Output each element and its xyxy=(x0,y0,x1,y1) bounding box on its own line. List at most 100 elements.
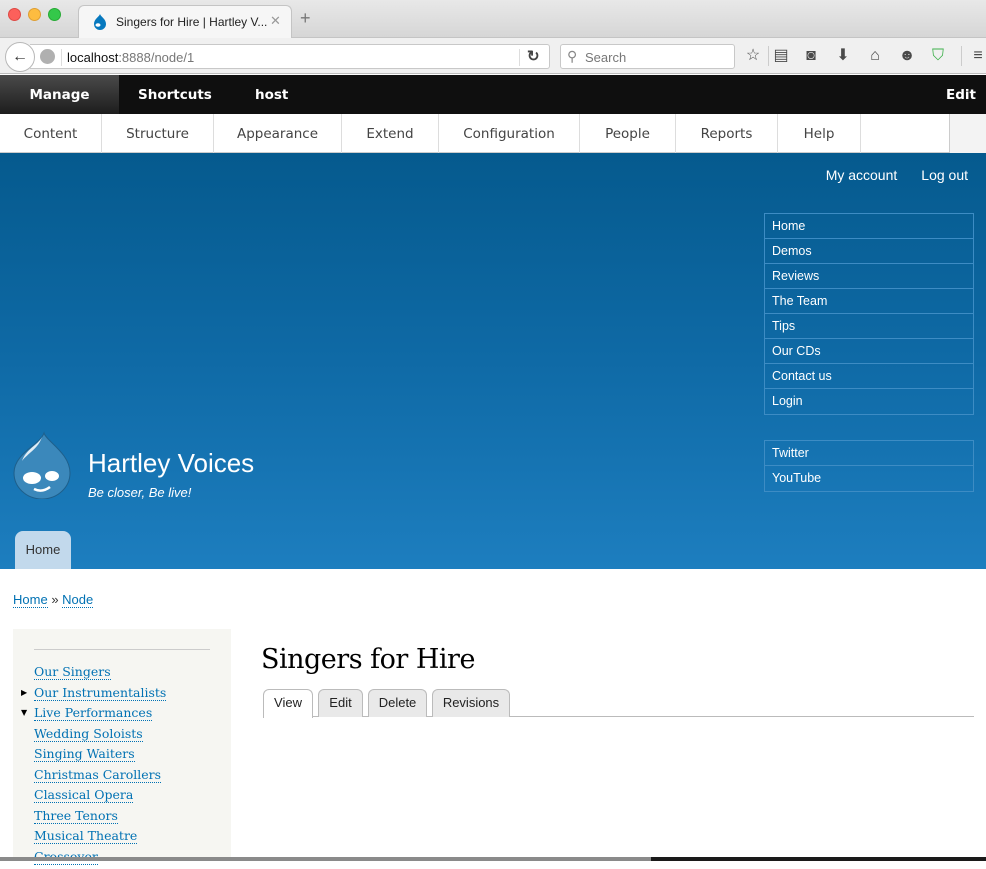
toolbar-separator xyxy=(768,46,769,66)
back-arrow-icon: ← xyxy=(12,48,28,66)
breadcrumb-separator: » xyxy=(51,592,58,607)
breadcrumb: Home » Node xyxy=(13,592,93,607)
sidebar-item: Our Singers xyxy=(13,664,166,685)
admin-toolbar: Manage Shortcuts host Edit xyxy=(0,75,986,114)
search-icon: ⚲ xyxy=(567,48,577,65)
social-menu: Twitter YouTube xyxy=(764,440,974,492)
sidebar-item: Musical Theatre xyxy=(13,828,166,849)
sidebar-link-three-tenors[interactable]: Three Tenors xyxy=(34,808,118,824)
sidebar-link-classical-opera[interactable]: Classical Opera xyxy=(34,787,133,803)
sidebar-item: Christmas Carollers xyxy=(13,767,166,788)
url-separator xyxy=(61,49,62,66)
menu-link-youtube[interactable]: YouTube xyxy=(765,466,973,491)
sidebar-menu: Our Singers ▶ Our Instrumentalists ▼ Live … xyxy=(13,664,166,869)
toolbar-separator xyxy=(961,46,962,66)
sidebar-link-live-performances[interactable]: Live Performances xyxy=(34,705,152,721)
local-tasks-tabs: View Edit Delete Revisions xyxy=(263,689,974,717)
tray-extend[interactable]: Extend xyxy=(342,114,439,153)
admin-toolbar-tray: Content Structure Appearance Extend Conf… xyxy=(0,114,986,153)
tray-appearance[interactable]: Appearance xyxy=(214,114,342,153)
reload-icon[interactable]: ↻ xyxy=(527,47,540,65)
main-menu: Home Demos Reviews The Team Tips Our CDs… xyxy=(764,213,974,415)
sidebar: Our Singers ▶ Our Instrumentalists ▼ Live … xyxy=(13,629,231,861)
browser-tab-bar: Singers for Hire | Hartley V... ✕ + xyxy=(0,0,986,38)
site-name[interactable]: Hartley Voices xyxy=(88,448,254,479)
reading-list-icon[interactable]: ▤ xyxy=(771,46,791,66)
tray-configuration[interactable]: Configuration xyxy=(439,114,580,153)
search-placeholder: Search xyxy=(585,50,626,65)
chat-icon[interactable]: ☻ xyxy=(897,46,917,66)
sidebar-item: Classical Opera xyxy=(13,787,166,808)
sidebar-item: Wedding Soloists xyxy=(13,726,166,747)
tab-edit[interactable]: Edit xyxy=(318,689,363,717)
globe-icon xyxy=(40,49,55,64)
my-account-link[interactable]: My account xyxy=(826,167,898,183)
window-bottom-edge xyxy=(0,857,986,861)
tray-reports[interactable]: Reports xyxy=(676,114,778,153)
browser-nav-bar: localhost:8888/node/1 ↻ ← ⚲ Search ☆ ▤ ◙… xyxy=(0,38,986,74)
maximize-window-button[interactable] xyxy=(48,8,61,21)
menu-link-our-cds[interactable]: Our CDs xyxy=(765,339,973,364)
tray-structure[interactable]: Structure xyxy=(102,114,214,153)
tab-revisions[interactable]: Revisions xyxy=(432,689,510,717)
download-icon[interactable]: ⬇ xyxy=(833,46,853,66)
new-tab-icon[interactable]: + xyxy=(300,9,311,27)
url-text[interactable]: localhost:8888/node/1 xyxy=(67,50,194,65)
sidebar-link-christmas-carollers[interactable]: Christmas Carollers xyxy=(34,767,161,783)
breadcrumb-home[interactable]: Home xyxy=(13,592,48,608)
tray-toggle[interactable] xyxy=(949,114,986,153)
menu-link-demos[interactable]: Demos xyxy=(765,239,973,264)
sidebar-item: Singing Waiters xyxy=(13,746,166,767)
site-slogan: Be closer, Be live! xyxy=(88,485,191,500)
toolbar-user[interactable]: host xyxy=(255,75,288,114)
menu-link-reviews[interactable]: Reviews xyxy=(765,264,973,289)
site-header: My account Log out Home Demos Reviews Th… xyxy=(0,153,986,569)
sidebar-link-our-instrumentalists[interactable]: Our Instrumentalists xyxy=(34,685,166,701)
tab-view[interactable]: View xyxy=(263,689,313,718)
primary-nav-home[interactable]: Home xyxy=(15,531,71,569)
pocket-icon[interactable]: ◙ xyxy=(801,46,821,66)
menu-icon[interactable]: ≡ xyxy=(968,46,986,66)
log-out-link[interactable]: Log out xyxy=(921,167,968,183)
drupal-logo-icon[interactable] xyxy=(12,431,72,499)
minimize-window-button[interactable] xyxy=(28,8,41,21)
menu-link-login[interactable]: Login xyxy=(765,389,973,414)
url-bar[interactable]: localhost:8888/node/1 ↻ xyxy=(30,44,550,69)
menu-link-contact-us[interactable]: Contact us xyxy=(765,364,973,389)
home-icon[interactable]: ⌂ xyxy=(865,46,885,66)
menu-link-twitter[interactable]: Twitter xyxy=(765,441,973,466)
browser-tab[interactable]: Singers for Hire | Hartley V... ✕ xyxy=(78,5,292,39)
collapsed-arrow-icon[interactable]: ▶ xyxy=(21,688,27,697)
sidebar-divider xyxy=(34,649,210,650)
sidebar-link-singing-waiters[interactable]: Singing Waiters xyxy=(34,746,135,762)
menu-link-the-team[interactable]: The Team xyxy=(765,289,973,314)
tray-help[interactable]: Help xyxy=(778,114,861,153)
url-host: localhost xyxy=(67,50,118,65)
tab-delete[interactable]: Delete xyxy=(368,689,427,717)
sidebar-link-our-singers[interactable]: Our Singers xyxy=(34,664,111,680)
sidebar-link-musical-theatre[interactable]: Musical Theatre xyxy=(34,828,137,844)
back-button[interactable]: ← xyxy=(5,42,35,72)
menu-link-home[interactable]: Home xyxy=(765,214,973,239)
close-tab-icon[interactable]: ✕ xyxy=(270,13,281,29)
page-title: Singers for Hire xyxy=(261,644,475,675)
toolbar-manage[interactable]: Manage xyxy=(0,75,119,114)
toolbar-edit[interactable]: Edit xyxy=(946,75,976,114)
menu-link-tips[interactable]: Tips xyxy=(765,314,973,339)
expanded-arrow-icon[interactable]: ▼ xyxy=(21,708,27,717)
tray-content[interactable]: Content xyxy=(0,114,102,153)
search-input[interactable]: ⚲ Search xyxy=(560,44,735,69)
toolbar-shortcuts[interactable]: Shortcuts xyxy=(138,75,212,114)
reload-separator xyxy=(519,49,520,66)
close-window-button[interactable] xyxy=(8,8,21,21)
sidebar-item: ▶ Our Instrumentalists xyxy=(13,685,166,706)
shield-icon[interactable]: ⛉ xyxy=(928,46,948,66)
tray-people[interactable]: People xyxy=(580,114,676,153)
secondary-menu: My account Log out xyxy=(826,167,968,183)
sidebar-item: ▼ Live Performances xyxy=(13,705,166,726)
breadcrumb-node[interactable]: Node xyxy=(62,592,93,608)
drupal-favicon-icon xyxy=(93,14,107,30)
bookmark-star-icon[interactable]: ☆ xyxy=(743,46,763,66)
sidebar-link-wedding-soloists[interactable]: Wedding Soloists xyxy=(34,726,143,742)
sidebar-item: Three Tenors xyxy=(13,808,166,829)
